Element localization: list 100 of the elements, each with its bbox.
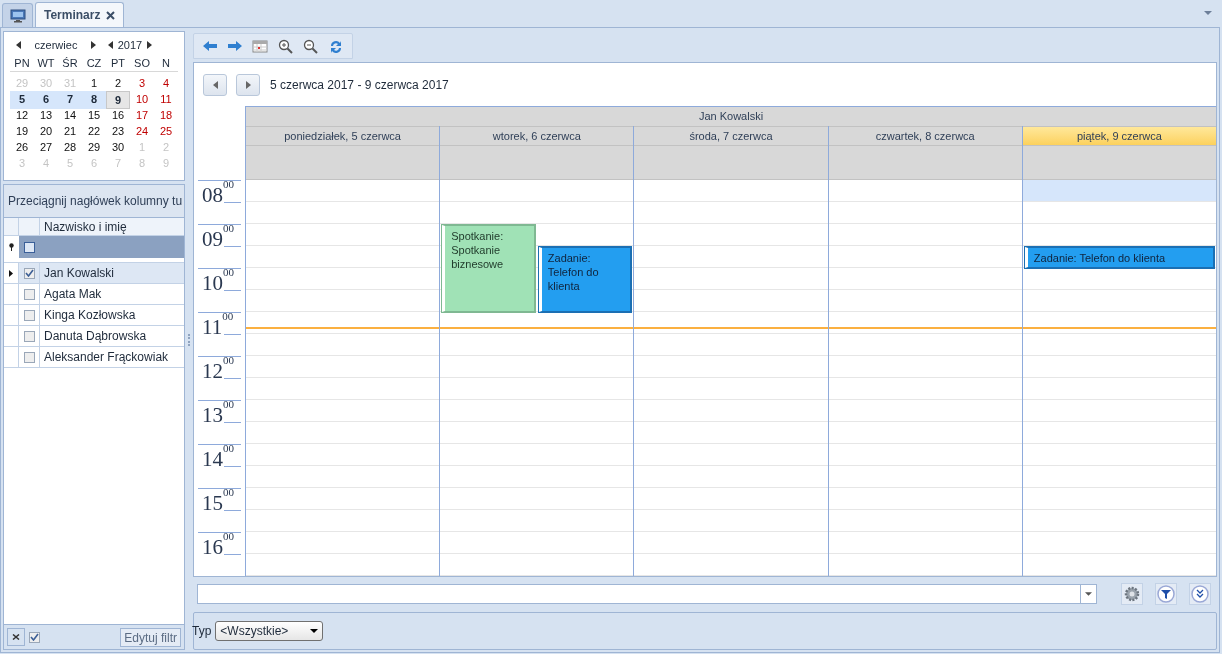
pin-icon [9,243,14,251]
calendar-day[interactable]: 20 [34,123,58,139]
hour-label: 16$^{00}$ [202,535,234,559]
expand-icon [1191,585,1209,603]
calendar-day[interactable]: 2 [106,75,130,91]
weekday-label: PT [109,56,127,71]
tab[interactable] [2,3,33,27]
hour-label: 14$^{00}$ [202,447,234,471]
next-month-icon[interactable] [91,41,96,49]
checkbox[interactable] [29,631,40,643]
day-header[interactable]: wtorek, 6 czerwca [440,126,634,146]
zoom-in-icon[interactable] [277,38,294,54]
checkmark-icon [24,269,34,277]
hour-label: 08$^{00}$ [202,183,234,207]
calendar-day[interactable]: 6 [34,91,58,109]
appointment[interactable]: Zadanie: Telefon do klienta [538,247,632,312]
appointment[interactable]: Spotkanie: Spotkanie biznesowe [442,225,535,312]
day-header[interactable]: poniedziałek, 5 czerwca [246,126,440,146]
calendar-day[interactable]: 25 [154,123,178,139]
dropdown-icon[interactable] [1204,11,1212,15]
group-panel: Przeciągnij nagłówek kolumny tu [4,185,184,218]
calendar-day[interactable]: 23 [106,123,130,139]
filter-button[interactable] [1155,583,1177,605]
weekday-label: ŚR [61,56,79,71]
calendar-day[interactable]: 18 [154,107,178,123]
tab[interactable]: Terminarz [35,2,125,27]
month-label: czerwiec [33,37,79,53]
edit-filter-button[interactable]: Edytuj filtr [120,627,181,647]
filter-icon [1157,585,1175,603]
calendar-day[interactable]: 7 [58,91,82,109]
calendar-day[interactable]: 8 [82,91,106,109]
hour-label: 11$^{00}$ [202,315,234,339]
hour-label: 09$^{00}$ [202,227,234,251]
calendar-day[interactable]: 12 [10,107,34,123]
expand-button[interactable] [1189,583,1211,605]
previous-year-icon[interactable] [108,41,113,49]
checkbox[interactable] [23,309,35,321]
year-label: 2017 [116,37,144,53]
search-field[interactable] [197,584,1097,604]
table-cell[interactable]: Agata Mak [40,284,184,304]
clear-filter-button[interactable] [7,628,25,646]
calendar-day[interactable]: 15 [82,107,106,123]
calendar-day[interactable]: 14 [58,107,82,123]
calendar-day[interactable]: 11 [154,91,178,109]
previous-icon [212,80,218,89]
checkbox[interactable] [23,351,35,363]
previous-button[interactable] [203,73,227,96]
day-header[interactable]: piątek, 9 czerwca [1022,126,1216,146]
calendar-day[interactable]: 3 [130,75,154,91]
settings-icon [1123,585,1141,603]
calendar-day[interactable]: 1 [82,75,106,91]
type-label: Typ [192,623,212,640]
hour-label: 13$^{00}$ [202,403,234,427]
appointment[interactable]: Zadanie: Telefon do klienta [1024,247,1214,268]
date-range-label: 5 czerwca 2017 - 9 czerwca 2017 [270,76,449,94]
calendar-day[interactable]: 28 [58,139,82,155]
weekday-label: SO [133,56,151,71]
dropdown-icon[interactable] [1085,592,1092,596]
next-button[interactable] [236,73,260,96]
checkbox[interactable] [23,267,35,279]
calendar-day[interactable]: 19 [10,123,34,139]
table-cell[interactable]: Danuta Dąbrowska [40,326,184,346]
calendar-day[interactable]: 26 [10,139,34,155]
checkbox[interactable] [23,330,35,342]
forward-arrow-icon[interactable] [227,38,244,54]
calendar-day[interactable]: 9 [106,91,130,109]
calendar-day[interactable]: 27 [34,139,58,155]
calendar-day[interactable]: 5 [10,91,34,109]
day-header[interactable]: czwartek, 8 czerwca [828,126,1022,146]
day-header[interactable]: środa, 7 czerwca [634,126,828,146]
settings-button[interactable] [1121,583,1143,605]
hour-label: 10$^{00}$ [202,271,234,295]
monitor-icon [9,8,26,23]
zoom-out-icon[interactable] [302,38,319,54]
table-cell[interactable]: Aleksander Frąckowiak [40,347,184,367]
calendar-day[interactable]: 16 [106,107,130,123]
calendar-day[interactable]: 10 [130,91,154,109]
calendar-day[interactable]: 30 [106,139,130,155]
close-icon[interactable] [106,10,116,20]
calendar-icon[interactable] [252,38,269,54]
filter-checkbox[interactable] [24,241,35,253]
resource-header: Jan Kowalski [246,106,1216,126]
calendar-day[interactable]: 24 [130,123,154,139]
row-indicator-icon [9,269,13,277]
hour-label: 15$^{00}$ [202,491,234,515]
previous-month-icon[interactable] [16,41,21,49]
close-icon [12,634,20,640]
table-cell[interactable]: Kinga Kozłowska [40,305,184,325]
next-year-icon[interactable] [147,41,152,49]
type-dropdown[interactable]: <Wszystkie> [215,621,324,641]
weekday-label: PN [13,56,31,71]
weekday-label: N [161,56,171,71]
calendar-day[interactable]: 21 [58,123,82,139]
calendar-day[interactable]: 17 [130,107,154,123]
calendar-day[interactable]: 29 [82,139,106,155]
calendar-day[interactable]: 13 [34,107,58,123]
calendar-day[interactable]: 4 [154,75,178,91]
back-arrow-icon[interactable] [202,38,219,54]
calendar-day[interactable]: 22 [82,123,106,139]
checkbox[interactable] [23,288,35,300]
